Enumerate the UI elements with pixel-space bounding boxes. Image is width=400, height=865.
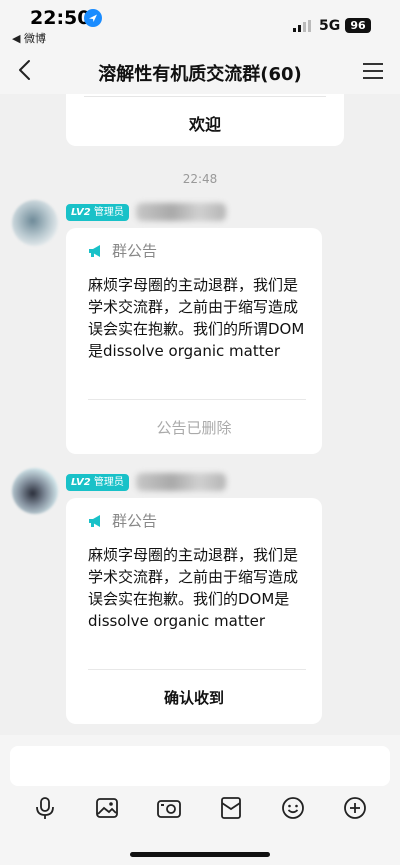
divider: [88, 669, 306, 670]
image-icon[interactable]: [94, 795, 120, 821]
welcome-message: 欢迎: [66, 94, 344, 146]
sender-name[interactable]: [136, 203, 226, 221]
chat-title: 溶解性有机质交流群(60): [98, 64, 302, 85]
emoji-icon[interactable]: [280, 795, 306, 821]
message-timestamp: 22:48: [182, 172, 218, 186]
notice-header-label: 群公告: [112, 242, 158, 260]
notice-header: 群公告: [88, 240, 157, 261]
network-type: 5G: [319, 18, 341, 34]
avatar[interactable]: [12, 468, 58, 514]
battery-icon: 96: [345, 18, 371, 33]
megaphone-icon: [89, 244, 100, 257]
menu-icon[interactable]: [362, 61, 384, 81]
location-arrow-icon: [84, 9, 102, 27]
microphone-icon[interactable]: [32, 795, 58, 821]
notice-header: 群公告: [88, 510, 157, 531]
avatar[interactable]: [12, 200, 58, 246]
plus-icon[interactable]: [342, 795, 368, 821]
role-badge: LV2 管理员: [66, 204, 129, 221]
input-bar: [0, 735, 400, 865]
camera-icon[interactable]: [156, 795, 182, 821]
notice-header-label: 群公告: [112, 512, 158, 530]
sender-name[interactable]: [136, 473, 226, 491]
megaphone-icon: [89, 514, 100, 527]
status-time: 22:50: [30, 7, 91, 29]
notice-body: 麻烦字母圈的主动退群，我们是学术交流群，之前由于缩写造成误会实在抱歉。我们的DO…: [88, 546, 299, 630]
confirm-received-button[interactable]: 确认收到: [66, 687, 322, 708]
role-badge: LV2 管理员: [66, 474, 129, 491]
back-to-app-link[interactable]: ◀ 微博: [12, 30, 46, 46]
notice-deleted-label: 公告已删除: [156, 419, 232, 437]
back-arrow-icon[interactable]: [14, 58, 38, 82]
signal-icon: [293, 20, 311, 32]
divider: [84, 96, 326, 97]
home-indicator[interactable]: [130, 852, 270, 857]
status-bar: 22:50 ◀ 微博 5G 96: [0, 0, 400, 48]
group-notice-card[interactable]: 群公告 麻烦字母圈的主动退群，我们是学术交流群，之前由于缩写造成误会实在抱歉。我…: [66, 498, 322, 724]
welcome-text[interactable]: 欢迎: [66, 111, 344, 135]
notice-body: 麻烦字母圈的主动退群，我们是学术交流群，之前由于缩写造成误会实在抱歉。我们的所谓…: [88, 276, 305, 360]
message-input[interactable]: [10, 746, 390, 786]
red-packet-icon[interactable]: [218, 795, 244, 821]
chat-header: 溶解性有机质交流群(60): [0, 48, 400, 94]
divider: [88, 399, 306, 400]
group-notice-card[interactable]: 群公告 麻烦字母圈的主动退群，我们是学术交流群，之前由于缩写造成误会实在抱歉。我…: [66, 228, 322, 454]
